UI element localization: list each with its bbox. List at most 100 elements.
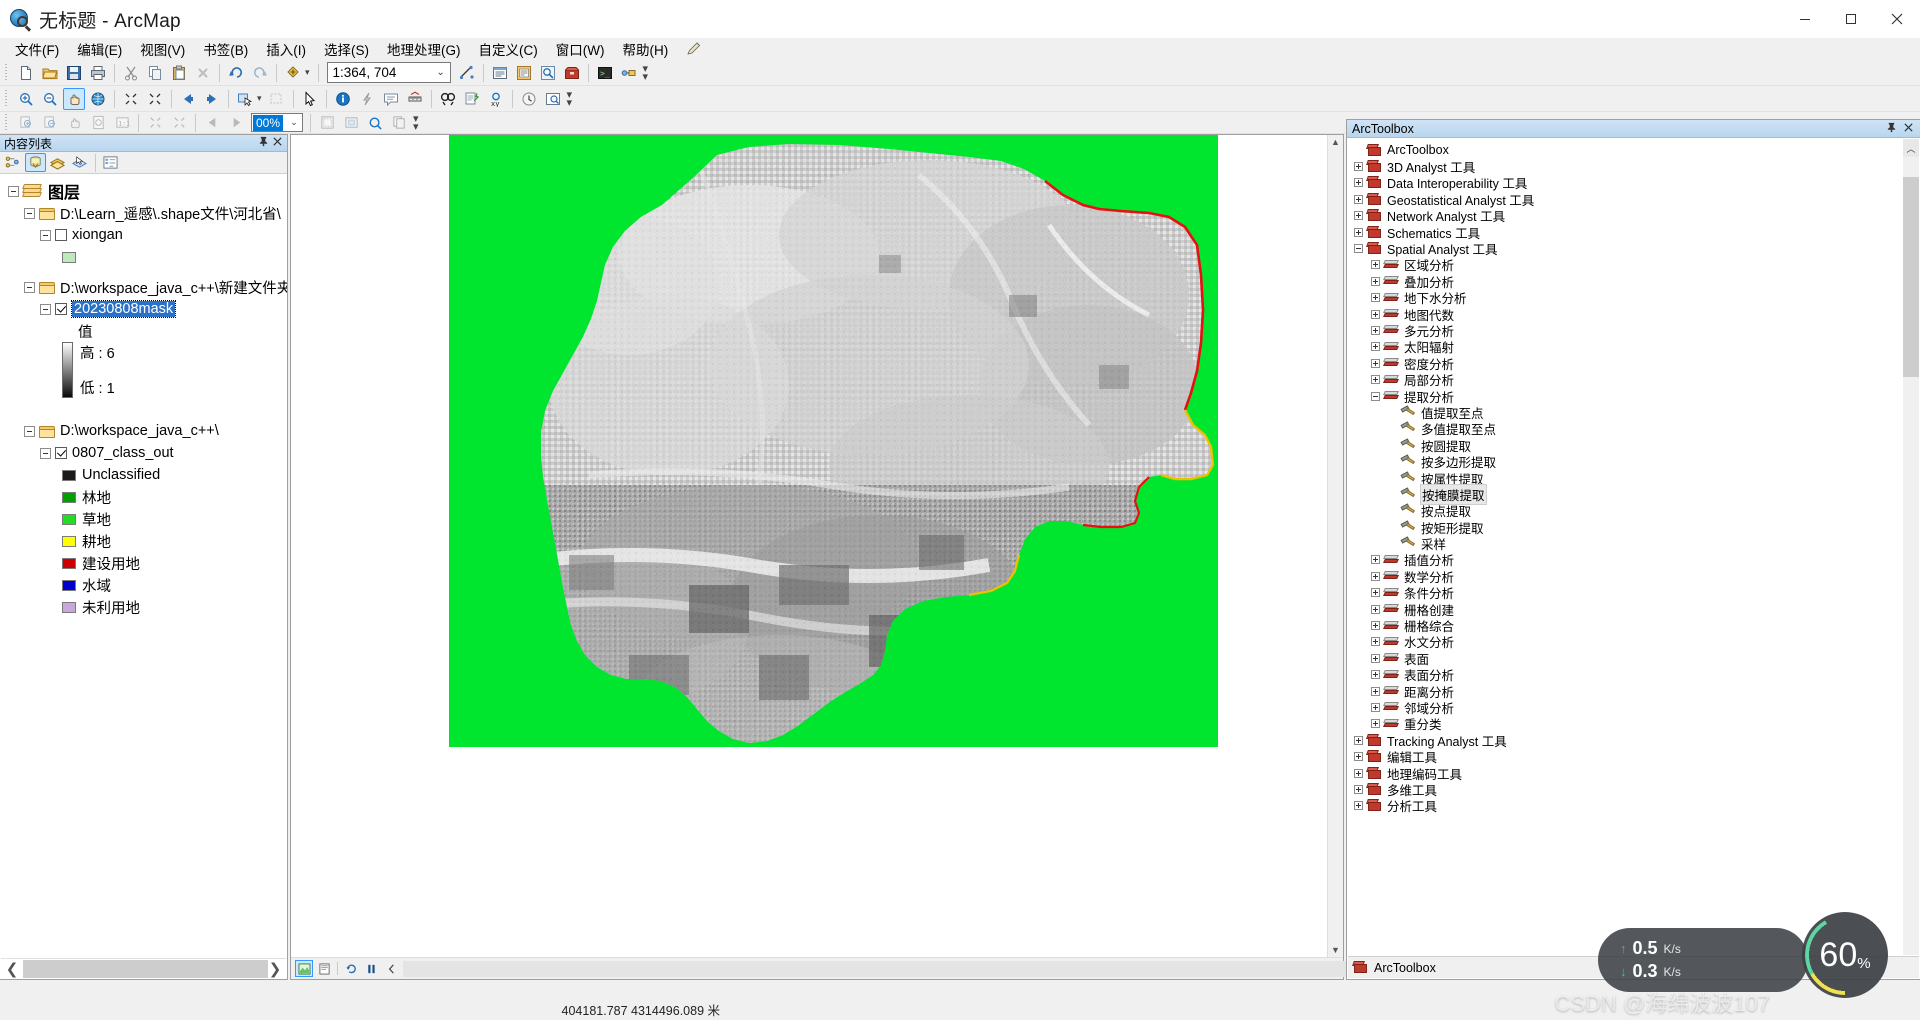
toc-group-path-1[interactable]: D:\Learn_遥感\.shape文件\河北省\ [0,202,287,224]
class-swatch[interactable] [62,557,76,569]
list-by-selection-icon[interactable] [69,153,90,172]
toc-root-layers[interactable]: 图层 [0,180,287,202]
arctoolbox-node[interactable]: 栅格创建 [1348,601,1903,618]
arctoolbox-node[interactable]: 数学分析 [1348,568,1903,585]
toc-class-item[interactable]: 水域 [0,574,287,596]
collapse-icon[interactable] [24,425,35,437]
hyperlink-icon[interactable] [356,88,378,110]
open-icon[interactable] [39,62,61,84]
scroll-up-arrow-icon[interactable]: ▲ [1331,135,1340,149]
data-driven-pages-icon[interactable] [388,112,410,134]
go-forward-extent-icon[interactable] [225,112,247,134]
expand-icon[interactable] [1354,784,1363,794]
expand-icon[interactable] [1354,178,1363,188]
list-by-source-icon[interactable] [25,153,46,172]
toc-class-item[interactable]: Unclassified [0,464,287,486]
menu-selection[interactable]: 选择(S) [315,37,378,61]
toggle-draft-mode-icon[interactable] [316,112,338,134]
layout-pan-icon[interactable] [63,112,85,134]
select-dropdown-arrow[interactable]: ▾ [257,93,262,104]
menu-geoprocessing[interactable]: 地理处理(G) [378,37,470,61]
chevron-down-icon[interactable]: ⌄ [432,67,450,78]
expand-icon[interactable] [1354,227,1363,237]
toolbar-overflow-icon[interactable]: ▾ ▾ [643,63,649,82]
zoom-out-icon[interactable] [39,88,61,110]
undo-icon[interactable] [225,62,247,84]
toc-class-item[interactable]: 林地 [0,486,287,508]
copy-icon[interactable] [144,62,166,84]
maximize-button[interactable] [1828,0,1874,38]
arctoolbox-node[interactable]: 按点提取 [1348,503,1903,519]
arctoolbox-node[interactable]: Network Analyst 工具 [1348,208,1903,224]
save-icon[interactable] [63,62,85,84]
expand-icon[interactable] [1371,293,1380,303]
pin-icon[interactable] [1886,122,1897,136]
arctoolbox-node[interactable]: 密度分析 [1348,355,1903,372]
scroll-thumb[interactable] [23,959,268,978]
pan-icon[interactable] [63,87,85,110]
expand-icon[interactable] [1354,735,1363,745]
options-icon[interactable] [100,153,121,172]
full-extent-icon[interactable] [87,88,109,110]
arctoolbox-node[interactable]: 按矩形提取 [1348,519,1903,536]
previous-extent-icon[interactable] [177,88,199,110]
layout-view-icon[interactable] [315,960,333,977]
arctoolbox-node[interactable]: 按多边形提取 [1348,453,1903,470]
toc-group-path-2[interactable]: D:\workspace_java_c++\新建文件夹 [0,276,287,298]
arctoolbox-node[interactable]: 多值提取至点 [1348,421,1903,437]
polygon-swatch[interactable] [62,251,76,263]
menu-customize[interactable]: 自定义(C) [470,37,547,61]
paste-icon[interactable] [168,62,190,84]
toc-group-path-3[interactable]: D:\workspace_java_c++\ [0,420,287,442]
expand-icon[interactable] [1354,194,1363,204]
search-icon[interactable] [537,62,559,84]
arctoolbox-node[interactable]: 地下水分析 [1348,290,1903,306]
next-extent-icon[interactable] [201,88,223,110]
arctoolbox-node[interactable]: 距离分析 [1348,683,1903,700]
add-data-dropdown-arrow[interactable]: ▾ [305,67,310,78]
go-to-xy-icon[interactable]: xy [485,88,507,110]
arctoolbox-node[interactable]: 编辑工具 [1348,748,1903,765]
expand-icon[interactable] [1354,768,1363,778]
expand-icon[interactable] [1371,309,1380,319]
scroll-track[interactable] [403,960,1408,977]
arctoolbox-node[interactable]: 多元分析 [1348,322,1903,339]
print-icon[interactable] [87,62,109,84]
arctoolbox-node[interactable]: 区域分析 [1348,257,1903,273]
arctoolbox-node[interactable]: 表面分析 [1348,667,1903,683]
fixed-zoom-out-icon[interactable] [168,112,190,134]
toc-class-item[interactable]: 未利用地 [0,596,287,618]
arctoolbox-node[interactable]: 按圆提取 [1348,437,1903,454]
clear-selection-icon[interactable] [266,88,288,110]
table-of-contents-icon[interactable] [489,62,511,84]
zoom-whole-page-icon[interactable] [87,112,109,134]
toc-symbol-row[interactable] [0,246,287,268]
toolbar-grip[interactable] [4,113,11,132]
arctoolbox-icon[interactable] [561,62,583,84]
arctoolbox-node[interactable]: 按属性提取 [1348,470,1903,487]
toc-layer-0807-class-out[interactable]: 0807_class_out [0,442,287,464]
layout-zoom-combobox[interactable]: 00% ⌄ [251,113,303,132]
find-icon[interactable] [437,88,459,110]
toolbar-overflow-icon[interactable]: ▾ ▾ [567,89,573,108]
refresh-view-icon[interactable] [342,960,360,977]
expand-icon[interactable] [1371,325,1380,335]
arctoolbox-node[interactable]: 栅格综合 [1348,617,1903,634]
expand-icon[interactable] [1371,555,1380,565]
expand-icon[interactable] [1371,571,1380,581]
scroll-thumb[interactable] [403,960,1408,977]
layer-visibility-checkbox[interactable] [55,229,67,241]
expand-icon[interactable] [1371,719,1380,729]
expand-icon[interactable] [1354,752,1363,762]
expand-icon[interactable] [1354,801,1363,811]
close-button[interactable] [1874,0,1920,38]
find-route-icon[interactable] [461,88,483,110]
zoom-in-icon[interactable] [15,88,37,110]
pause-drawing-icon[interactable] [362,960,380,977]
layer-visibility-checkbox[interactable] [55,303,67,315]
expand-icon[interactable] [1354,162,1363,172]
fixed-zoom-out-icon[interactable] [144,88,166,110]
scroll-up-arrow-icon[interactable]: ︿ [1903,139,1919,157]
arctoolbox-node[interactable]: Schematics 工具 [1348,224,1903,241]
zoom-100-icon[interactable]: 1:1 [111,112,133,134]
